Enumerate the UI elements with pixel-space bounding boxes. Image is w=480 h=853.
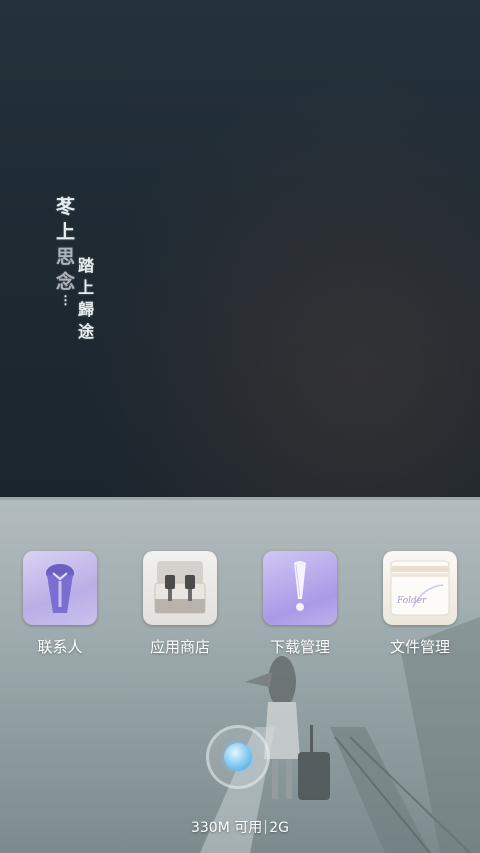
- folder-script-text: Folder: [396, 596, 427, 606]
- calligraphy-dots: ⋮: [59, 293, 72, 307]
- contacts-icon[interactable]: [23, 551, 97, 625]
- calligraphy-right-column: 踏 上 歸 途: [78, 255, 94, 343]
- home-orb-icon: [224, 743, 252, 771]
- app-label: 联系人: [37, 638, 83, 656]
- app-contacts[interactable]: 联系人: [10, 551, 110, 657]
- download-manager-icon[interactable]: [263, 551, 337, 625]
- calligraphy-char: 上: [78, 278, 95, 297]
- app-label: 文件管理: [389, 638, 450, 656]
- calligraphy-char: 苳: [56, 196, 76, 218]
- file-manager-icon[interactable]: Folder: [383, 551, 457, 625]
- wallpaper-top: 苳 上 思 念 ⋮ 踏 上 歸 途: [0, 0, 480, 497]
- calligraphy-poem: 苳 上 思 念 ⋮ 踏 上 歸 途: [56, 195, 104, 341]
- app-label: 下载管理: [269, 638, 330, 656]
- free-memory-text: 330M 可用: [190, 820, 263, 836]
- calligraphy-char: 途: [78, 322, 95, 341]
- app-store-icon[interactable]: [143, 551, 217, 625]
- app-store[interactable]: 应用商店: [130, 551, 230, 657]
- calligraphy-char: 上: [56, 221, 76, 243]
- status-divider: [265, 820, 267, 834]
- app-label: 应用商店: [149, 638, 210, 656]
- home-button[interactable]: [206, 725, 270, 789]
- calligraphy-char: 歸: [78, 300, 95, 319]
- dock-panel: 联系人 应用商店 下载管理 Folder 文件管理 330M 可用 2G: [0, 497, 480, 853]
- calligraphy-char: 踏: [78, 256, 95, 275]
- calligraphy-char: 念: [56, 271, 76, 293]
- calligraphy-char: 思: [56, 246, 76, 268]
- memory-status: 330M 可用 2G: [0, 817, 480, 837]
- app-download-manager[interactable]: 下载管理: [250, 551, 350, 657]
- calligraphy-left-column: 苳 上 思 念 ⋮: [56, 195, 76, 307]
- app-file-manager[interactable]: Folder 文件管理: [370, 551, 470, 657]
- network-type-text: 2G: [269, 820, 290, 836]
